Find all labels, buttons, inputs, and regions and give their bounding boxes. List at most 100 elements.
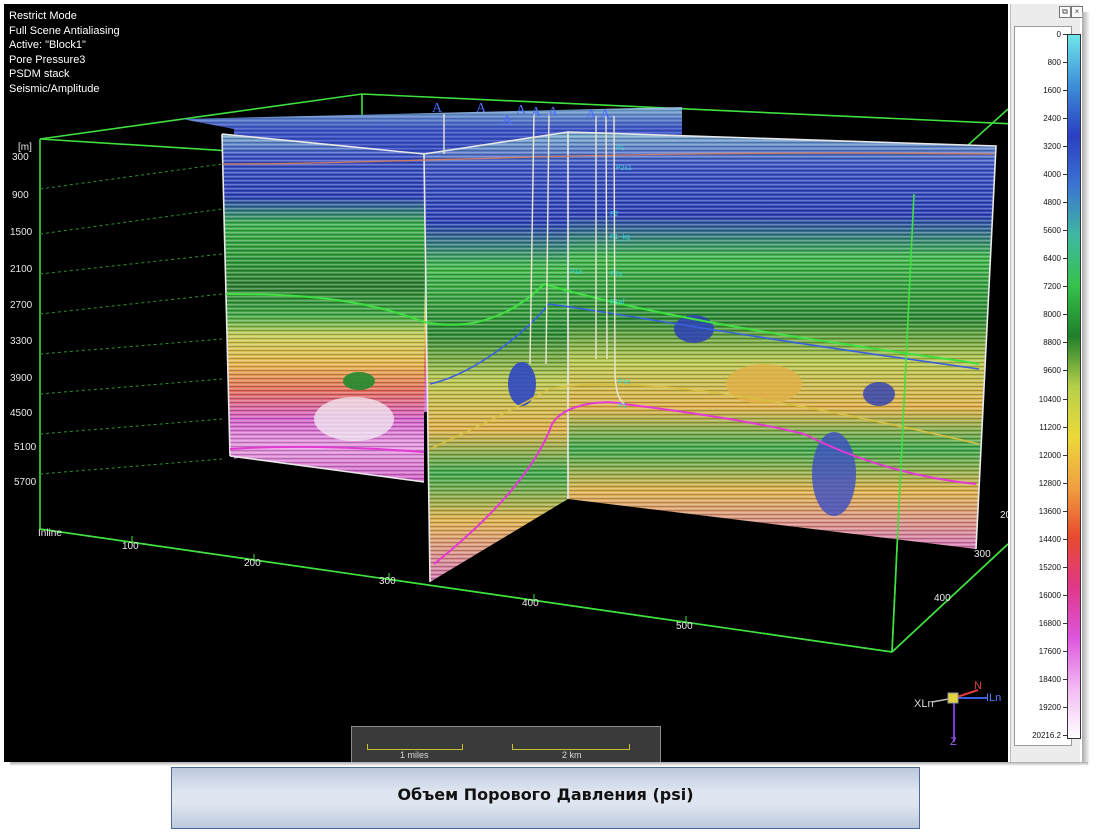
undock-icon[interactable]: ⧉: [1059, 6, 1071, 18]
crossline-tick-label: 400: [934, 593, 951, 604]
orientation-compass[interactable]: N ILn XLn Z: [912, 680, 1002, 754]
svg-text:A: A: [432, 101, 443, 116]
colorbar-tick: [1063, 286, 1067, 288]
colorbar-tick: [1063, 678, 1067, 680]
colorbar-tick-label: 1600: [1043, 86, 1061, 96]
colorbar-tick-label: 8000: [1043, 310, 1061, 320]
info-line: PSDM stack: [9, 68, 70, 81]
depth-tick-label: 3300: [10, 336, 33, 347]
svg-text:P1: P1: [618, 403, 627, 410]
colorbar-tick: [1063, 510, 1067, 512]
colorbar-tick-label: 18400: [1038, 674, 1061, 684]
colorbar-tick: [1063, 735, 1067, 736]
colorbar-tick-label: 9600: [1043, 366, 1061, 376]
svg-text:A: A: [516, 103, 527, 118]
colorbar-panel: ⧉ × 0 800 1600 2400 3200 4000 4800 5600 6400 7200…: [1010, 4, 1083, 762]
svg-text:P2s1: P2s1: [616, 165, 632, 172]
compass-north-label: N: [974, 680, 982, 692]
depth-tick-label: 300: [12, 152, 29, 163]
info-line: Seismic/Amplitude: [9, 82, 100, 95]
colorbar-tick: [1063, 622, 1067, 624]
svg-text:P2: P2: [610, 211, 619, 218]
svg-text:P1a: P1a: [570, 269, 583, 276]
info-line: Restrict Mode: [9, 10, 77, 22]
svg-text:A: A: [586, 107, 597, 122]
figure-caption: Объем Порового Давления (psi): [171, 767, 920, 829]
svg-text:A: A: [502, 113, 513, 128]
inline-tick-label: 100: [122, 541, 139, 552]
inline-axis-label: Inline: [38, 528, 62, 539]
info-line: Pore Pressure3: [9, 53, 86, 66]
colorbar-tick: [1063, 566, 1067, 568]
depth-tick-label: 900: [12, 190, 29, 201]
colorbar-tick: [1063, 454, 1067, 456]
colorbar-tick-label: 20216.2: [1032, 731, 1061, 740]
3d-viewport[interactable]: AAA AAA AA P1 P2s1 P2 P1_kg P1a P1a P1af P1e P…: [4, 4, 1008, 762]
colorbar-tick-label: 7200: [1043, 282, 1061, 292]
depth-tick-label: 2700: [10, 300, 33, 311]
colorbar-tick-label: 3200: [1043, 142, 1061, 152]
colorbar-tick-label: 8800: [1043, 338, 1061, 348]
colorbar-tick-label: 19200: [1038, 702, 1061, 712]
compass-inline-label: ILn: [986, 692, 1002, 704]
colorbar-tick: [1063, 370, 1067, 372]
inline-tick-label: 400: [522, 598, 539, 609]
km-scale-label: 2 km: [562, 750, 582, 760]
viewer-info-overlay: Restrict Mode Full Scene Antialiasing Ac…: [9, 9, 120, 97]
colorbar-tick-label: 0: [1056, 30, 1061, 39]
depth-tick-label: 3900: [10, 373, 33, 384]
colorbar-tick: [1063, 706, 1067, 708]
info-line: Active: "Block1": [9, 39, 86, 52]
depth-tick-label: 5100: [14, 442, 37, 453]
colorbar-tick-label: 4800: [1043, 198, 1061, 208]
svg-text:A: A: [531, 105, 542, 120]
depth-tick-label: 2100: [10, 264, 33, 275]
colorbar-tick: [1063, 202, 1067, 204]
panel-shadow: [1082, 12, 1090, 764]
svg-text:P1af: P1af: [610, 299, 624, 306]
svg-text:P1_kg: P1_kg: [610, 234, 630, 241]
panel-shadow: [10, 762, 1088, 766]
inline-tick-label: 300: [379, 576, 396, 587]
depth-tick-label: 5700: [14, 477, 37, 488]
svg-text:A: A: [600, 107, 611, 122]
colorbar-tick: [1063, 230, 1067, 232]
inline-tick-label: 200: [244, 558, 261, 569]
crossline-tick-label: 300: [974, 549, 991, 560]
miles-scale-label: 1 miles: [400, 750, 429, 760]
colorbar-tick-label: 13600: [1038, 506, 1061, 516]
colorbar-tick-label: 15200: [1038, 562, 1061, 572]
colorbar-tick-label: 16800: [1038, 618, 1061, 628]
info-line: Full Scene Antialiasing: [9, 24, 120, 37]
colorbar-tick: [1063, 650, 1067, 652]
colorbar-tick: [1063, 174, 1067, 176]
figure-frame: AAA AAA AA P1 P2s1 P2 P1_kg P1a P1a P1af P1e P…: [0, 0, 1108, 832]
svg-text:A: A: [476, 101, 487, 116]
colorbar-tick: [1063, 426, 1067, 428]
colorbar-tick-label: 16000: [1038, 590, 1061, 600]
colorbar-tick-label: 14400: [1038, 534, 1061, 544]
colorbar-tick-label: 800: [1047, 58, 1061, 68]
colorbar-tick-label: 5600: [1043, 226, 1061, 236]
caption-text: Объем Порового Давления (psi): [397, 784, 694, 804]
svg-text:P1e: P1e: [618, 379, 631, 386]
colorbar-tick: [1063, 118, 1067, 120]
colorbar-tick: [1063, 62, 1067, 64]
colorbar-tick: [1063, 314, 1067, 316]
crossline-tick-label: 200: [1000, 510, 1008, 521]
colorbar-tick-label: 12800: [1038, 478, 1061, 488]
colorbar-tick-label: 17600: [1038, 646, 1061, 656]
colorbar-tick: [1063, 482, 1067, 484]
depth-tick-label: 1500: [10, 227, 33, 238]
colorbar-tick: [1063, 398, 1067, 400]
inline-tick-label: 500: [676, 621, 693, 632]
colorbar-tick: [1063, 34, 1067, 35]
colorbar-tick: [1063, 258, 1067, 260]
colorbar-tick: [1063, 90, 1067, 92]
colorbar-titlebar: ⧉ ×: [1011, 4, 1083, 22]
compass-crossline-label: XLn: [914, 698, 934, 710]
colorbar-tick: [1063, 146, 1067, 148]
colorbar-tick: [1063, 594, 1067, 596]
seismic-scene[interactable]: A AA AAA AA P1P2s1P2 P1_kgP1a P1a P1afP1eP…: [4, 4, 1008, 762]
colorbar-tick: [1063, 538, 1067, 540]
